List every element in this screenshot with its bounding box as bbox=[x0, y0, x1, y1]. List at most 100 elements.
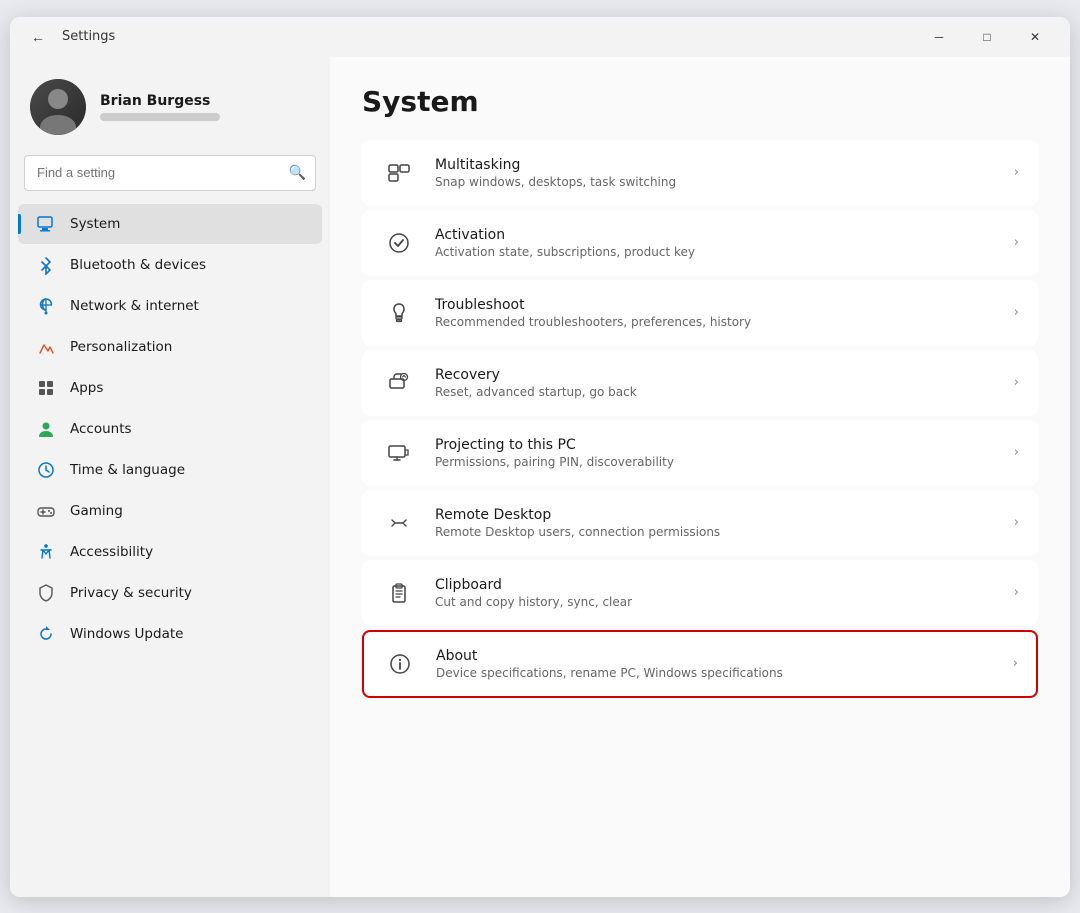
sidebar-label-update: Windows Update bbox=[70, 626, 183, 642]
clipboard-icon bbox=[381, 575, 417, 611]
titlebar-title: Settings bbox=[62, 29, 115, 44]
multitasking-text: Multitasking Snap windows, desktops, tas… bbox=[435, 157, 996, 189]
troubleshoot-title: Troubleshoot bbox=[435, 297, 996, 313]
sidebar-label-accounts: Accounts bbox=[70, 421, 132, 437]
clipboard-title: Clipboard bbox=[435, 577, 996, 593]
recovery-icon bbox=[381, 365, 417, 401]
about-title: About bbox=[436, 648, 995, 664]
sidebar-item-apps[interactable]: Apps bbox=[18, 368, 322, 408]
settings-item-multitasking[interactable]: Multitasking Snap windows, desktops, tas… bbox=[362, 140, 1038, 206]
about-chevron: › bbox=[1013, 656, 1018, 671]
sidebar-item-accessibility[interactable]: Accessibility bbox=[18, 532, 322, 572]
sidebar-label-privacy: Privacy & security bbox=[70, 585, 192, 601]
user-info: Brian Burgess bbox=[100, 93, 220, 121]
projecting-text: Projecting to this PC Permissions, pairi… bbox=[435, 437, 996, 469]
activation-title: Activation bbox=[435, 227, 996, 243]
projecting-icon bbox=[381, 435, 417, 471]
troubleshoot-text: Troubleshoot Recommended troubleshooters… bbox=[435, 297, 996, 329]
bluetooth-icon bbox=[36, 255, 56, 275]
recovery-chevron: › bbox=[1014, 375, 1019, 390]
settings-item-recovery[interactable]: Recovery Reset, advanced startup, go bac… bbox=[362, 350, 1038, 416]
sidebar-item-privacy[interactable]: Privacy & security bbox=[18, 573, 322, 613]
projecting-title: Projecting to this PC bbox=[435, 437, 996, 453]
user-name: Brian Burgess bbox=[100, 93, 220, 109]
sidebar-item-accounts[interactable]: Accounts bbox=[18, 409, 322, 449]
sidebar: Brian Burgess 🔍 bbox=[10, 57, 330, 897]
accessibility-icon bbox=[36, 542, 56, 562]
remote-desktop-title: Remote Desktop bbox=[435, 507, 996, 523]
sidebar-nav: System Bluetooth & devices bbox=[10, 203, 330, 655]
titlebar-controls: ─ □ ✕ bbox=[916, 21, 1058, 53]
time-icon bbox=[36, 460, 56, 480]
troubleshoot-chevron: › bbox=[1014, 305, 1019, 320]
settings-item-troubleshoot[interactable]: Troubleshoot Recommended troubleshooters… bbox=[362, 280, 1038, 346]
sidebar-label-gaming: Gaming bbox=[70, 503, 123, 519]
maximize-button[interactable]: □ bbox=[964, 21, 1010, 53]
main-content: System Multitasking Snap windows, deskto… bbox=[330, 57, 1070, 897]
activation-text: Activation Activation state, subscriptio… bbox=[435, 227, 996, 259]
sidebar-item-personalization[interactable]: Personalization bbox=[18, 327, 322, 367]
recovery-title: Recovery bbox=[435, 367, 996, 383]
main-layout: Brian Burgess 🔍 bbox=[10, 57, 1070, 897]
network-icon bbox=[36, 296, 56, 316]
sidebar-label-bluetooth: Bluetooth & devices bbox=[70, 257, 206, 273]
sidebar-item-network[interactable]: Network & internet bbox=[18, 286, 322, 326]
activation-desc: Activation state, subscriptions, product… bbox=[435, 245, 996, 259]
projecting-desc: Permissions, pairing PIN, discoverabilit… bbox=[435, 455, 996, 469]
settings-item-about[interactable]: About Device specifications, rename PC, … bbox=[362, 630, 1038, 698]
sidebar-item-system[interactable]: System bbox=[18, 204, 322, 244]
settings-list: Multitasking Snap windows, desktops, tas… bbox=[362, 140, 1038, 698]
settings-item-remote-desktop[interactable]: Remote Desktop Remote Desktop users, con… bbox=[362, 490, 1038, 556]
search-box: 🔍 bbox=[24, 155, 316, 191]
sidebar-label-time: Time & language bbox=[70, 462, 185, 478]
activation-chevron: › bbox=[1014, 235, 1019, 250]
close-button[interactable]: ✕ bbox=[1012, 21, 1058, 53]
about-desc: Device specifications, rename PC, Window… bbox=[436, 666, 995, 680]
system-icon bbox=[36, 214, 56, 234]
activation-icon bbox=[381, 225, 417, 261]
about-icon bbox=[382, 646, 418, 682]
settings-item-activation[interactable]: Activation Activation state, subscriptio… bbox=[362, 210, 1038, 276]
minimize-button[interactable]: ─ bbox=[916, 21, 962, 53]
projecting-chevron: › bbox=[1014, 445, 1019, 460]
sidebar-item-bluetooth[interactable]: Bluetooth & devices bbox=[18, 245, 322, 285]
clipboard-text: Clipboard Cut and copy history, sync, cl… bbox=[435, 577, 996, 609]
titlebar: ← Settings ─ □ ✕ bbox=[10, 17, 1070, 57]
multitasking-chevron: › bbox=[1014, 165, 1019, 180]
search-input[interactable] bbox=[24, 155, 316, 191]
titlebar-left: ← Settings bbox=[24, 23, 115, 51]
remote-desktop-chevron: › bbox=[1014, 515, 1019, 530]
back-button[interactable]: ← bbox=[24, 23, 52, 51]
troubleshoot-icon bbox=[381, 295, 417, 331]
sidebar-label-system: System bbox=[70, 216, 120, 232]
apps-icon bbox=[36, 378, 56, 398]
sidebar-label-network: Network & internet bbox=[70, 298, 199, 314]
recovery-desc: Reset, advanced startup, go back bbox=[435, 385, 996, 399]
settings-item-clipboard[interactable]: Clipboard Cut and copy history, sync, cl… bbox=[362, 560, 1038, 626]
sidebar-item-time[interactable]: Time & language bbox=[18, 450, 322, 490]
update-icon bbox=[36, 624, 56, 644]
user-email-bar bbox=[100, 113, 220, 121]
settings-window: ← Settings ─ □ ✕ Brian Burgess bbox=[10, 17, 1070, 897]
user-section: Brian Burgess bbox=[10, 65, 330, 155]
recovery-text: Recovery Reset, advanced startup, go bac… bbox=[435, 367, 996, 399]
search-icon: 🔍 bbox=[289, 165, 306, 181]
clipboard-chevron: › bbox=[1014, 585, 1019, 600]
privacy-icon bbox=[36, 583, 56, 603]
settings-item-projecting[interactable]: Projecting to this PC Permissions, pairi… bbox=[362, 420, 1038, 486]
remote-desktop-desc: Remote Desktop users, connection permiss… bbox=[435, 525, 996, 539]
troubleshoot-desc: Recommended troubleshooters, preferences… bbox=[435, 315, 996, 329]
multitasking-desc: Snap windows, desktops, task switching bbox=[435, 175, 996, 189]
sidebar-item-gaming[interactable]: Gaming bbox=[18, 491, 322, 531]
multitasking-icon bbox=[381, 155, 417, 191]
gaming-icon bbox=[36, 501, 56, 521]
sidebar-label-accessibility: Accessibility bbox=[70, 544, 153, 560]
personalization-icon bbox=[36, 337, 56, 357]
remote-desktop-icon bbox=[381, 505, 417, 541]
remote-desktop-text: Remote Desktop Remote Desktop users, con… bbox=[435, 507, 996, 539]
clipboard-desc: Cut and copy history, sync, clear bbox=[435, 595, 996, 609]
multitasking-title: Multitasking bbox=[435, 157, 996, 173]
page-title: System bbox=[362, 85, 1038, 118]
about-text: About Device specifications, rename PC, … bbox=[436, 648, 995, 680]
sidebar-item-update[interactable]: Windows Update bbox=[18, 614, 322, 654]
